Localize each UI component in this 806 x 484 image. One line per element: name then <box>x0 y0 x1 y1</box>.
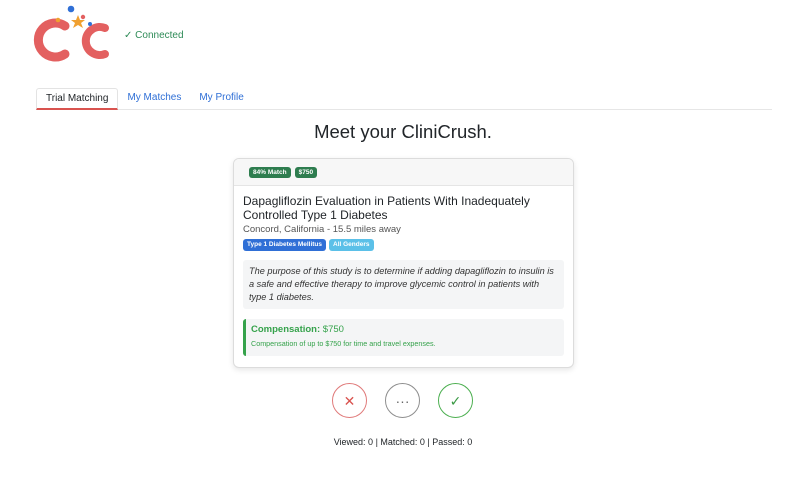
compensation-badge: $750 <box>294 167 318 178</box>
trial-description: The purpose of this study is to determin… <box>243 260 564 309</box>
match-badge: 84% Match <box>249 167 291 178</box>
tab-my-matches[interactable]: My Matches <box>118 88 190 110</box>
compensation-label: Compensation: <box>251 324 321 335</box>
page-title: Meet your CliniCrush. <box>314 121 492 142</box>
trial-card: 84% Match $750 Dapagliflozin Evaluation … <box>233 158 574 368</box>
close-icon: ✕ <box>343 392 356 409</box>
tab-trial-matching[interactable]: Trial Matching <box>36 88 119 110</box>
card-header: 84% Match $750 <box>234 159 573 186</box>
checkmark-icon: ✓ <box>449 392 462 409</box>
reject-button[interactable]: ✕ <box>332 383 367 418</box>
ellipsis-icon: ··· <box>395 392 410 409</box>
tab-my-profile[interactable]: My Profile <box>190 88 252 110</box>
cliniCrush-logo-icon <box>33 5 109 62</box>
card-body: Dapagliflozin Evaluation in Patients Wit… <box>234 186 573 356</box>
trial-title: Dapagliflozin Evaluation in Patients Wit… <box>243 194 530 222</box>
compensation-box: Compensation: $750 Compensation of up to… <box>243 319 564 356</box>
condition-tag: Type 1 Diabetes Mellitus <box>243 239 327 251</box>
stats-summary: Viewed: 0 | Matched: 0 | Passed: 0 <box>333 437 473 447</box>
compensation-heading: Compensation: $750 <box>251 324 558 335</box>
trial-tags: Type 1 Diabetes Mellitus All Genders <box>243 239 564 251</box>
compensation-amount: $750 <box>322 324 344 335</box>
gender-tag: All Genders <box>329 239 374 251</box>
more-info-button[interactable]: ··· <box>385 383 420 418</box>
compensation-detail: Compensation of up to $750 for time and … <box>251 339 436 348</box>
tab-bar: Trial Matching My Matches My Profile <box>36 88 772 110</box>
page: ✓ Connected Trial Matching My Matches My… <box>0 0 806 484</box>
trial-location: Concord, California - 15.5 miles away <box>243 224 401 235</box>
connection-status: ✓ Connected <box>124 30 184 41</box>
accept-button[interactable]: ✓ <box>438 383 473 418</box>
